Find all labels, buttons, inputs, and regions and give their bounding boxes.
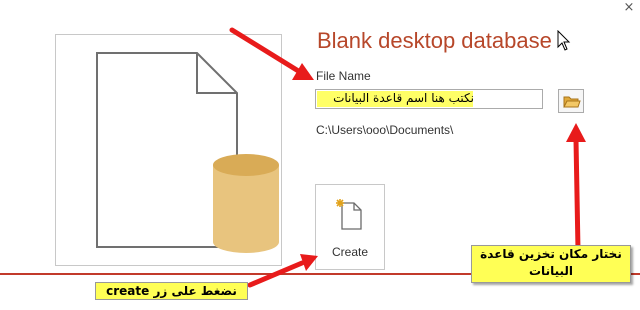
arrowhead-browse — [566, 123, 586, 142]
folder-annotation: نختار مكان تخزين قاعدة البيانات — [471, 245, 631, 283]
dialog-backdrop: × Blank desktop database File Name نكتب … — [0, 0, 640, 310]
arrow-to-browse-button — [573, 137, 581, 253]
arrow-to-create-button — [247, 260, 305, 288]
arrow-to-file-name — [229, 27, 303, 75]
create-annotation: نضغط على زر create — [95, 282, 248, 300]
